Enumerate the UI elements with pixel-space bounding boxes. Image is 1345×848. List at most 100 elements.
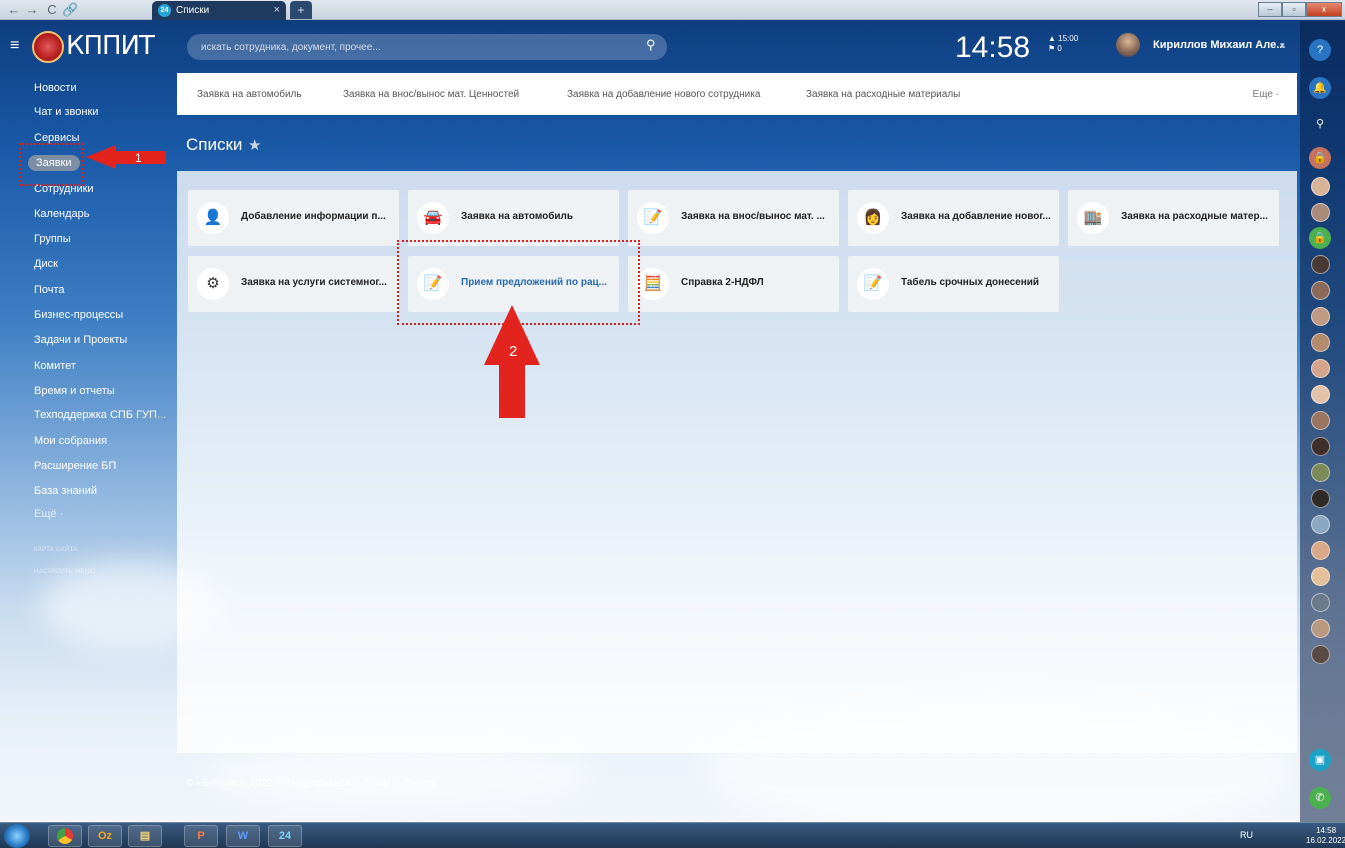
list-tile[interactable]: ⚙ Заявка на услуги системног... <box>188 256 399 312</box>
sidebar-item-news[interactable]: Новости <box>34 82 77 94</box>
chat-icon[interactable]: ▣ <box>1309 749 1331 771</box>
menu-icon[interactable]: ≡ <box>10 37 19 55</box>
user-avatar[interactable] <box>1116 33 1140 57</box>
sidebar-item-tasks[interactable]: Задачи и Проекты <box>34 334 127 346</box>
list-tile[interactable]: 🚘 Заявка на автомобиль <box>408 190 619 246</box>
sidebar-item-business-processes[interactable]: Бизнес-процессы <box>34 309 123 321</box>
contact-avatar[interactable] <box>1311 593 1330 612</box>
top-links-more[interactable]: Еще · <box>1253 89 1279 100</box>
powerpoint-icon[interactable]: P <box>184 825 218 847</box>
phone-icon[interactable]: ✆ <box>1309 787 1331 809</box>
tile-label: Табель срочных донесений <box>901 277 1040 288</box>
divider: | <box>356 778 359 789</box>
document-icon: 📝 <box>857 268 889 300</box>
chevron-down-icon[interactable]: ▾ <box>1280 40 1285 51</box>
reload-icon[interactable]: C <box>44 2 60 18</box>
contact-avatar[interactable] <box>1311 515 1330 534</box>
sidebar-item-mail[interactable]: Почта <box>34 284 65 296</box>
logo-text[interactable]: КППИТ <box>66 31 155 61</box>
contact-avatar[interactable] <box>1311 489 1330 508</box>
list-tile[interactable]: 👩 Заявка на добавление новог... <box>848 190 1059 246</box>
sidebar-item-support[interactable]: Техподдержка СПБ ГУП... <box>34 409 166 421</box>
calculator-icon: 🧮 <box>637 268 669 300</box>
annotation-arrow-left <box>86 145 116 169</box>
forward-icon[interactable]: → <box>24 2 40 18</box>
contact-avatar[interactable] <box>1311 645 1330 664</box>
sidebar-item-disk[interactable]: Диск <box>34 258 58 270</box>
list-tile[interactable]: 📝 Табель срочных донесений <box>848 256 1059 312</box>
folder-icon[interactable]: ▤ <box>128 825 162 847</box>
contact-avatar[interactable] <box>1311 333 1330 352</box>
sidebar-item-groups[interactable]: Группы <box>34 233 71 245</box>
minimize-button[interactable]: – <box>1258 2 1282 17</box>
support-link[interactable]: Поддержка24 <box>287 778 350 789</box>
contact-avatar[interactable] <box>1311 411 1330 430</box>
contact-avatar[interactable] <box>1311 463 1330 482</box>
list-tile[interactable]: 🏬 Заявка на расходные матер... <box>1068 190 1279 246</box>
list-tile[interactable]: 📝 Заявка на внос/вынос мат. ... <box>628 190 839 246</box>
tray-clock[interactable]: 14:58 16.02.2022 <box>1306 826 1345 846</box>
logo-emblem-icon <box>32 31 64 63</box>
themes-link[interactable]: Темы <box>365 778 390 789</box>
bell-icon[interactable]: 🔔 <box>1309 77 1331 99</box>
maximize-button[interactable]: ▫ <box>1282 2 1306 17</box>
sidebar-item-chat[interactable]: Чат и звонки <box>34 106 98 118</box>
gear-network-icon: ⚙ <box>197 268 229 300</box>
configure-menu-link[interactable]: НАСТРОИТЬ МЕНЮ <box>34 569 96 575</box>
top-link-supplies-request[interactable]: Заявка на расходные материалы <box>806 89 960 100</box>
right-rail: ? 🔔 ⚲ 🔒 🔒 ▣ ✆ <box>1300 21 1345 827</box>
sidebar-item-calendar[interactable]: Календарь <box>34 208 90 220</box>
window-controls: – ▫ x <box>1258 2 1342 17</box>
sidebar-item-knowledge-base[interactable]: База знаний <box>34 485 97 497</box>
close-icon[interactable]: × <box>274 1 280 20</box>
star-icon[interactable]: ★ <box>248 136 261 154</box>
start-button[interactable] <box>4 824 30 848</box>
clock[interactable]: 14:58 <box>955 31 1030 65</box>
sidebar-item-time-reports[interactable]: Время и отчеты <box>34 385 115 397</box>
contact-avatar[interactable] <box>1311 203 1330 222</box>
search-icon[interactable]: ⚲ <box>646 37 656 53</box>
word-icon[interactable]: W <box>226 825 260 847</box>
lock-icon[interactable]: 🔒 <box>1309 227 1331 249</box>
user-name[interactable]: Кириллов Михаил Але... <box>1153 39 1285 51</box>
top-link-assets-request[interactable]: Заявка на внос/вынос мат. Ценностей <box>343 89 519 100</box>
sitemap-link[interactable]: КАРТА САЙТА <box>34 547 78 553</box>
outlook-icon[interactable]: Oz <box>88 825 122 847</box>
copyright: © «Битрикс», 2022 <box>186 778 273 789</box>
contact-avatar[interactable] <box>1311 307 1330 326</box>
sidebar-item-more[interactable]: Ещё · <box>34 508 63 520</box>
new-tab-button[interactable]: + <box>290 1 312 19</box>
sidebar-item-bp-extension[interactable]: Расширение БП <box>34 460 116 472</box>
list-tile[interactable]: 👤 Добавление информации п... <box>188 190 399 246</box>
sidebar-item-committee[interactable]: Комитет <box>34 360 76 372</box>
close-window-button[interactable]: x <box>1306 2 1342 17</box>
contact-avatar[interactable] <box>1311 541 1330 560</box>
contact-avatar[interactable] <box>1311 567 1330 586</box>
top-link-car-request[interactable]: Заявка на автомобиль <box>197 89 302 100</box>
search-icon[interactable]: ⚲ <box>1309 113 1331 135</box>
document-icon: 📝 <box>637 202 669 234</box>
tile-label: Справка 2-НДФЛ <box>681 277 764 288</box>
bitrix24-icon[interactable]: 24 <box>268 825 302 847</box>
contact-avatar[interactable] <box>1311 619 1330 638</box>
contact-avatar[interactable] <box>1311 385 1330 404</box>
contact-avatar[interactable] <box>1311 255 1330 274</box>
sidebar-item-meetings[interactable]: Мои собрания <box>34 435 107 447</box>
help-icon[interactable]: ? <box>1309 39 1331 61</box>
browser-tab-spiski[interactable]: 24 Списки × <box>152 1 286 20</box>
list-tile[interactable]: 🧮 Справка 2-НДФЛ <box>628 256 839 312</box>
print-link[interactable]: Печать <box>405 778 438 789</box>
language-indicator[interactable]: RU <box>1240 830 1253 840</box>
contact-avatar[interactable] <box>1311 281 1330 300</box>
tile-label: Заявка на автомобиль <box>461 211 574 222</box>
top-link-new-employee-request[interactable]: Заявка на добавление нового сотрудника <box>567 89 760 100</box>
contact-avatar[interactable] <box>1311 437 1330 456</box>
chrome-icon[interactable] <box>48 825 82 847</box>
back-icon[interactable]: ← <box>6 2 22 18</box>
contact-avatar[interactable] <box>1311 359 1330 378</box>
tile-label: Заявка на добавление новог... <box>901 211 1051 222</box>
tab-title: Списки <box>176 5 210 16</box>
lock-icon[interactable]: 🔒 <box>1309 147 1331 169</box>
contact-avatar[interactable] <box>1311 177 1330 196</box>
search-input[interactable] <box>187 34 667 60</box>
